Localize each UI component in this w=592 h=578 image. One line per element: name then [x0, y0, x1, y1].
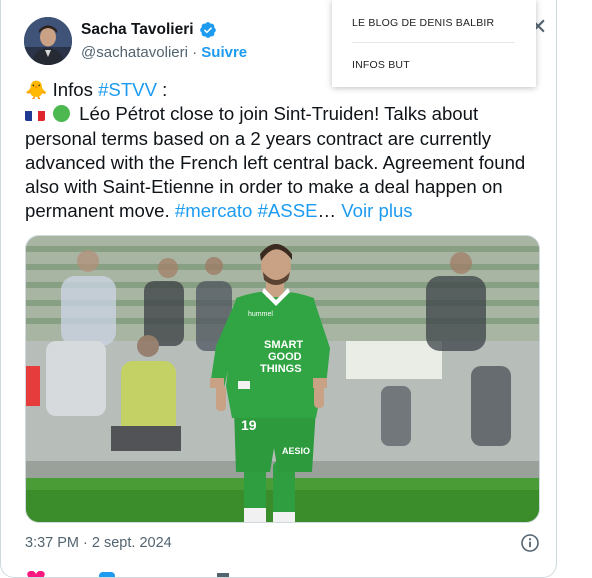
hashtag-mercato[interactable]: #mercato [175, 200, 253, 221]
shirt-sponsor-1: SMART [264, 339, 303, 351]
short-sponsor: AESIO [282, 446, 310, 456]
tweet-text: 🐥 Infos #STVV : Léo Pétrot close to join… [25, 78, 545, 224]
author-handle-row: @sachatavolieri · Suivre [81, 44, 247, 61]
ellipsis: … [317, 200, 337, 222]
menu-divider [352, 42, 515, 43]
colon: : [162, 79, 168, 100]
reply-icon[interactable] [99, 572, 115, 578]
info-prefix: Infos [52, 79, 93, 100]
menu-item-blog-denis-balbir[interactable]: LE BLOG DE DENIS BALBIR [352, 17, 494, 29]
author-name[interactable]: Sacha Tavolieri [81, 21, 194, 39]
author-avatar[interactable] [24, 17, 72, 65]
hashtag-stvv[interactable]: #STVV [98, 79, 157, 100]
shirt-sponsor-3: THINGS [260, 363, 302, 375]
menu-item-infos-but[interactable]: INFOS BUT [352, 59, 410, 71]
chick-emoji-icon: 🐥 [25, 80, 48, 100]
dropdown-menu: LE BLOG DE DENIS BALBIR INFOS BUT [332, 0, 536, 87]
action-icons-row [27, 571, 229, 578]
shirt-number: 19 [241, 417, 257, 433]
tweet-timestamp[interactable]: 3:37 PM · 2 sept. 2024 [25, 535, 172, 551]
tweet-text-body: Léo Pétrot close to join Sint-Truiden! T… [25, 102, 545, 223]
info-icon[interactable] [520, 533, 540, 553]
france-flag-icon [25, 107, 45, 122]
separator-dot: · [192, 44, 198, 61]
share-icon[interactable] [217, 573, 229, 578]
heart-icon[interactable] [27, 571, 45, 578]
author-handle[interactable]: @sachatavolieri [81, 44, 188, 61]
follow-button[interactable]: Suivre [201, 44, 247, 61]
shirt-brand: hummel [248, 311, 273, 318]
shirt-sponsor-2: GOOD [268, 351, 302, 363]
hashtag-asse[interactable]: #ASSE [258, 200, 318, 221]
tweet-photo[interactable]: hummel SMART GOOD THINGS 19 AESIO [25, 235, 540, 523]
verified-badge-icon [199, 22, 216, 38]
green-circle-icon [53, 105, 70, 123]
see-more-link[interactable]: Voir plus [341, 200, 412, 221]
